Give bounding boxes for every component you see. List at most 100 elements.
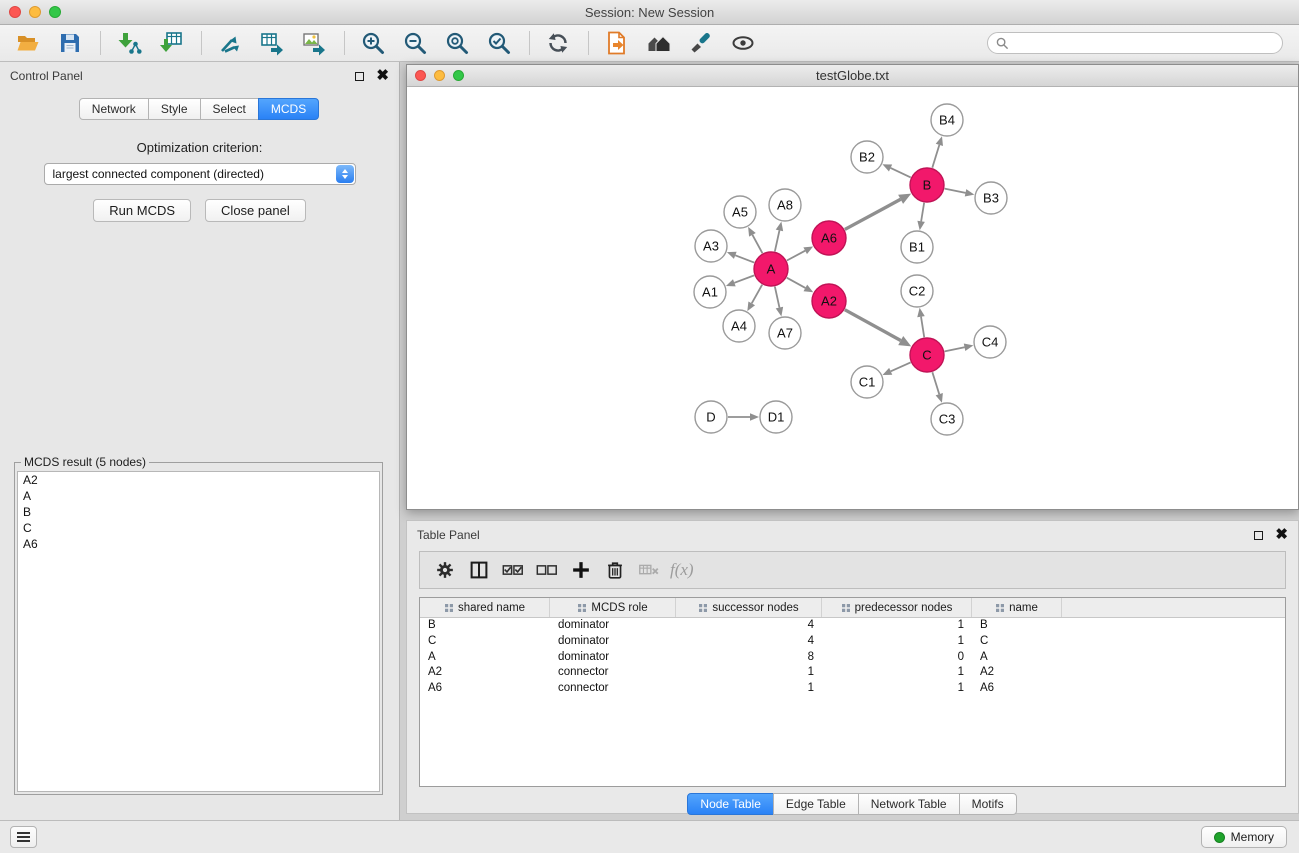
close-panel-button[interactable]: Close panel: [205, 199, 306, 222]
memory-label: Memory: [1231, 830, 1274, 844]
close-panel-icon[interactable]: ✖: [376, 71, 389, 81]
graph-node-label: B1: [909, 240, 925, 255]
float-panel-icon[interactable]: [355, 72, 364, 81]
tab-node-table[interactable]: Node Table: [687, 793, 774, 815]
graph-edge-C-C3[interactable]: [932, 372, 939, 394]
delete-table-icon[interactable]: [632, 555, 666, 585]
graph-edge-B-B1[interactable]: [921, 203, 924, 222]
list-item[interactable]: A6: [18, 536, 379, 552]
zoom-out-icon[interactable]: [397, 28, 433, 58]
graph-edge-A-A4[interactable]: [752, 285, 762, 304]
paintbrush-icon[interactable]: [683, 28, 719, 58]
list-menu-icon[interactable]: [10, 826, 37, 848]
table-toolbar: f(x): [419, 551, 1286, 589]
tab-select[interactable]: Select: [200, 98, 259, 120]
open-session-icon[interactable]: [10, 28, 46, 58]
select-all-icon[interactable]: [496, 555, 530, 585]
zoom-in-icon[interactable]: [355, 28, 391, 58]
import-table-icon[interactable]: [153, 28, 189, 58]
graph-node-label: C1: [859, 375, 876, 390]
export-network-icon[interactable]: [212, 28, 248, 58]
tab-network[interactable]: Network: [79, 98, 149, 120]
graph-edge-A-A1[interactable]: [734, 275, 754, 282]
graph-edge-arrowhead: [936, 136, 943, 146]
import-network-icon[interactable]: [111, 28, 147, 58]
list-item[interactable]: A: [18, 488, 379, 504]
list-item[interactable]: C: [18, 520, 379, 536]
float-panel-icon[interactable]: [1254, 531, 1263, 540]
graph-node-label: D: [706, 410, 715, 425]
export-document-icon[interactable]: [599, 28, 635, 58]
column-header-successor-nodes[interactable]: successor nodes: [676, 598, 822, 617]
search-box[interactable]: [987, 32, 1283, 54]
home-icon[interactable]: [641, 28, 677, 58]
graph-edge-B-B2[interactable]: [891, 168, 911, 177]
graph-node-label: B3: [983, 191, 999, 206]
delete-column-trash-icon[interactable]: [598, 555, 632, 585]
table-row[interactable]: B dominator 4 1 B: [420, 618, 1285, 634]
function-builder-icon[interactable]: f(x): [670, 560, 694, 580]
deselect-all-icon[interactable]: [530, 555, 564, 585]
table-row[interactable]: A2 connector 1 1 A2: [420, 665, 1285, 681]
graph-node-label: A7: [777, 326, 793, 341]
export-image-icon[interactable]: [296, 28, 332, 58]
graph-edge-B-B3[interactable]: [945, 189, 966, 193]
run-mcds-button[interactable]: Run MCDS: [93, 199, 191, 222]
table-panel: Table Panel ✖: [406, 520, 1299, 814]
save-session-icon[interactable]: [52, 28, 88, 58]
network-canvas[interactable]: AA1A2A3A4A5A6A7A8BB1B2B3B4CC1C2C3C4DD1: [407, 87, 1298, 509]
column-header-mcds-role[interactable]: MCDS role: [550, 598, 676, 617]
search-input[interactable]: [1014, 36, 1274, 50]
toolbar-separator: [100, 31, 101, 55]
graph-edge-A-A3[interactable]: [735, 255, 754, 262]
tab-motifs[interactable]: Motifs: [959, 793, 1017, 815]
network-window-titlebar[interactable]: testGlobe.txt: [407, 65, 1298, 87]
graph-edge-arrowhead: [965, 189, 975, 196]
column-header-predecessor-nodes[interactable]: predecessor nodes: [822, 598, 972, 617]
status-bar: Memory: [0, 820, 1299, 853]
column-header-name[interactable]: name: [972, 598, 1062, 617]
toolbar-separator: [588, 31, 589, 55]
graph-node-label: A1: [702, 285, 718, 300]
graph-node-label: A6: [821, 231, 837, 246]
graph-edge-A6-B[interactable]: [845, 199, 901, 229]
graph-edge-A-A7[interactable]: [775, 287, 780, 308]
close-panel-icon[interactable]: ✖: [1275, 530, 1288, 540]
eye-icon[interactable]: [725, 28, 761, 58]
graph-edge-A2-C[interactable]: [845, 310, 901, 341]
graph-edge-C-C4[interactable]: [945, 347, 965, 351]
graph-edge-C-C2[interactable]: [921, 317, 924, 338]
table-row[interactable]: A6 connector 1 1 A6: [420, 681, 1285, 697]
refresh-icon[interactable]: [540, 28, 576, 58]
show-column-icon[interactable]: [462, 555, 496, 585]
tab-mcds[interactable]: MCDS: [258, 98, 319, 120]
memory-button[interactable]: Memory: [1201, 826, 1287, 848]
tab-network-table[interactable]: Network Table: [858, 793, 960, 815]
control-panel-tabs: Network Style Select MCDS: [0, 98, 399, 120]
mcds-result-list[interactable]: A2 A B C A6: [17, 471, 380, 792]
graph-edge-B-B4[interactable]: [932, 145, 939, 168]
zoom-fit-icon[interactable]: [439, 28, 475, 58]
graph-edge-A-A8[interactable]: [775, 230, 780, 251]
graph-edge-A-A5[interactable]: [752, 235, 762, 253]
list-item[interactable]: B: [18, 504, 379, 520]
table-settings-gear-icon[interactable]: [428, 555, 462, 585]
control-panel-title: Control Panel: [10, 69, 355, 83]
graph-edge-arrowhead: [776, 307, 783, 317]
table-row[interactable]: C dominator 4 1 C: [420, 634, 1285, 650]
list-item[interactable]: A2: [18, 472, 379, 488]
zoom-selected-icon[interactable]: [481, 28, 517, 58]
workspace: Control Panel ✖ Network Style Select MCD…: [0, 62, 1299, 820]
graph-node-label: A8: [777, 198, 793, 213]
graph-edge-A-A2[interactable]: [787, 278, 806, 288]
graph-edge-C-C1[interactable]: [891, 362, 911, 371]
graph-edge-A-A6[interactable]: [787, 251, 805, 261]
criterion-dropdown[interactable]: largest connected component (directed): [44, 163, 356, 185]
column-header-shared-name[interactable]: shared name: [420, 598, 550, 617]
table-row[interactable]: A dominator 8 0 A: [420, 650, 1285, 666]
tab-edge-table[interactable]: Edge Table: [773, 793, 859, 815]
tab-style[interactable]: Style: [148, 98, 201, 120]
graph-edge-arrowhead: [726, 279, 736, 286]
add-column-icon[interactable]: [564, 555, 598, 585]
export-table-icon[interactable]: [254, 28, 290, 58]
